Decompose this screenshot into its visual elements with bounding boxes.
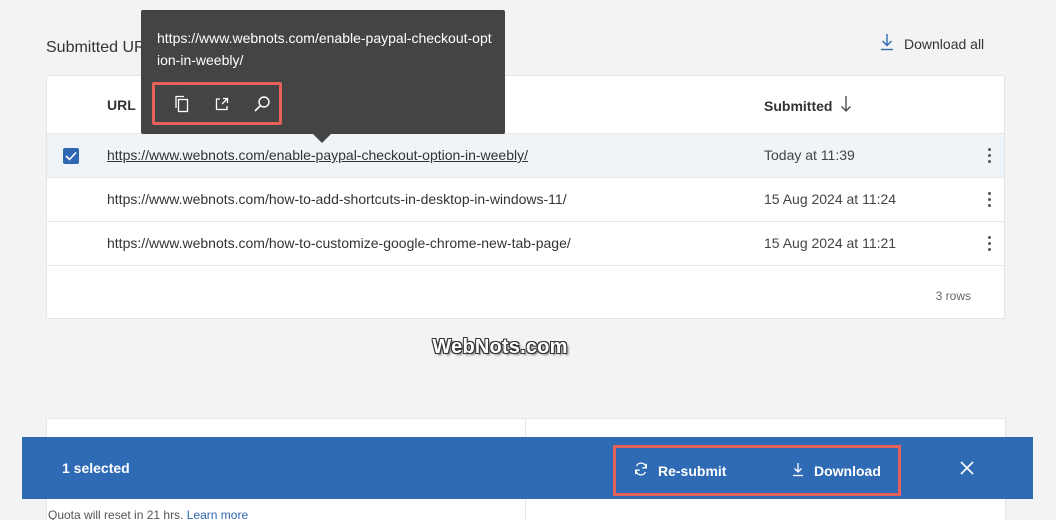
learn-more-link[interactable]: Learn more — [187, 508, 248, 520]
row-submitted-date: 15 Aug 2024 at 11:21 — [764, 235, 897, 251]
quota-reset-text: Quota will reset in 21 hrs. — [48, 508, 184, 520]
resubmit-label: Re-submit — [658, 462, 727, 479]
table-row[interactable]: https://www.webnots.com/how-to-customize… — [47, 222, 1004, 266]
quota-text: Quota will reset in 21 hrs. Learn more — [48, 508, 248, 520]
table-row[interactable]: https://www.webnots.com/how-to-add-short… — [47, 178, 1004, 222]
more-options-icon[interactable] — [981, 144, 997, 166]
row-url-link[interactable]: https://www.webnots.com/how-to-customize… — [107, 235, 571, 251]
download-all-button[interactable]: Download all — [880, 33, 984, 54]
open-in-new-icon[interactable] — [206, 88, 238, 120]
download-icon — [880, 33, 894, 54]
close-icon[interactable] — [958, 459, 976, 477]
download-all-label: Download all — [904, 35, 985, 52]
row-count: 3 rows — [935, 289, 971, 303]
tooltip-actions — [152, 82, 282, 125]
refresh-icon — [634, 462, 648, 479]
selection-action-bar: 1 selected Re-submit Download — [22, 437, 1033, 499]
download-label: Download — [814, 463, 881, 479]
more-options-icon[interactable] — [981, 232, 997, 254]
row-url-link[interactable]: https://www.webnots.com/enable-paypal-ch… — [107, 147, 528, 163]
column-header-submitted[interactable]: Submitted — [764, 95, 852, 116]
row-checkbox[interactable] — [63, 148, 79, 164]
column-header-url[interactable]: URL — [107, 97, 136, 113]
column-header-submitted-label: Submitted — [764, 97, 833, 114]
search-icon[interactable] — [246, 88, 278, 120]
download-icon — [792, 462, 804, 480]
watermark: WebNots.com — [432, 336, 568, 358]
tooltip-url-text: https://www.webnots.com/enable-paypal-ch… — [157, 30, 492, 68]
bulk-actions-group: Re-submit Download — [613, 445, 901, 496]
url-tooltip: https://www.webnots.com/enable-paypal-ch… — [141, 10, 505, 134]
selected-count: 1 selected — [62, 460, 130, 476]
row-submitted-date: 15 Aug 2024 at 11:24 — [764, 191, 897, 207]
row-submitted-date: Today at 11:39 — [764, 147, 855, 163]
copy-icon[interactable] — [166, 88, 198, 120]
tooltip-arrow — [313, 134, 331, 143]
download-button[interactable]: Download — [792, 462, 881, 480]
arrow-down-icon — [840, 95, 852, 116]
resubmit-button[interactable]: Re-submit — [634, 462, 726, 479]
more-options-icon[interactable] — [981, 188, 997, 210]
table-row[interactable]: https://www.webnots.com/enable-paypal-ch… — [47, 134, 1004, 178]
row-url-link[interactable]: https://www.webnots.com/how-to-add-short… — [107, 191, 567, 207]
